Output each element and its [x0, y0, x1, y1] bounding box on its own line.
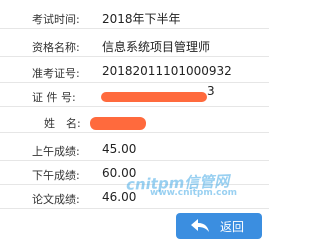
back-button[interactable]: 返回	[176, 213, 262, 239]
score-card: 考试时间: 2018年下半年 资格名称: 信息系统项目管理师 准考证号: 201…	[0, 0, 269, 243]
qualification-value: 信息系统项目管理师	[102, 40, 211, 54]
row-essay-score: 论文成绩: 46.00	[0, 188, 269, 209]
afternoon-score-value: 60.00	[102, 166, 137, 180]
afternoon-score-label: 下午成绩:	[32, 169, 80, 182]
name-label: 姓 名:	[44, 117, 81, 130]
name-redaction	[90, 117, 146, 130]
id-number-suffix: 3	[207, 84, 215, 98]
id-number-label: 证 件 号:	[32, 91, 76, 104]
morning-score-value: 45.00	[102, 142, 137, 156]
row-qualification: 资格名称: 信息系统项目管理师	[0, 36, 269, 57]
back-arrow-icon	[191, 219, 209, 232]
row-exam-time: 考试时间: 2018年下半年	[0, 8, 269, 29]
row-admission-number: 准考证号: 20182011101000932	[0, 62, 269, 83]
admission-number-value: 20182011101000932	[102, 64, 232, 78]
morning-score-label: 上午成绩:	[32, 145, 80, 158]
back-button-label: 返回	[220, 220, 245, 234]
admission-number-label: 准考证号:	[32, 67, 80, 80]
essay-score-label: 论文成绩:	[32, 193, 80, 206]
qualification-label: 资格名称:	[32, 41, 80, 54]
row-afternoon-score: 下午成绩: 60.00	[0, 164, 269, 185]
row-morning-score: 上午成绩: 45.00	[0, 140, 269, 161]
essay-score-value: 46.00	[102, 190, 137, 204]
id-number-redaction	[101, 92, 207, 102]
exam-time-label: 考试时间:	[32, 13, 80, 26]
exam-time-value: 2018年下半年	[102, 12, 181, 26]
